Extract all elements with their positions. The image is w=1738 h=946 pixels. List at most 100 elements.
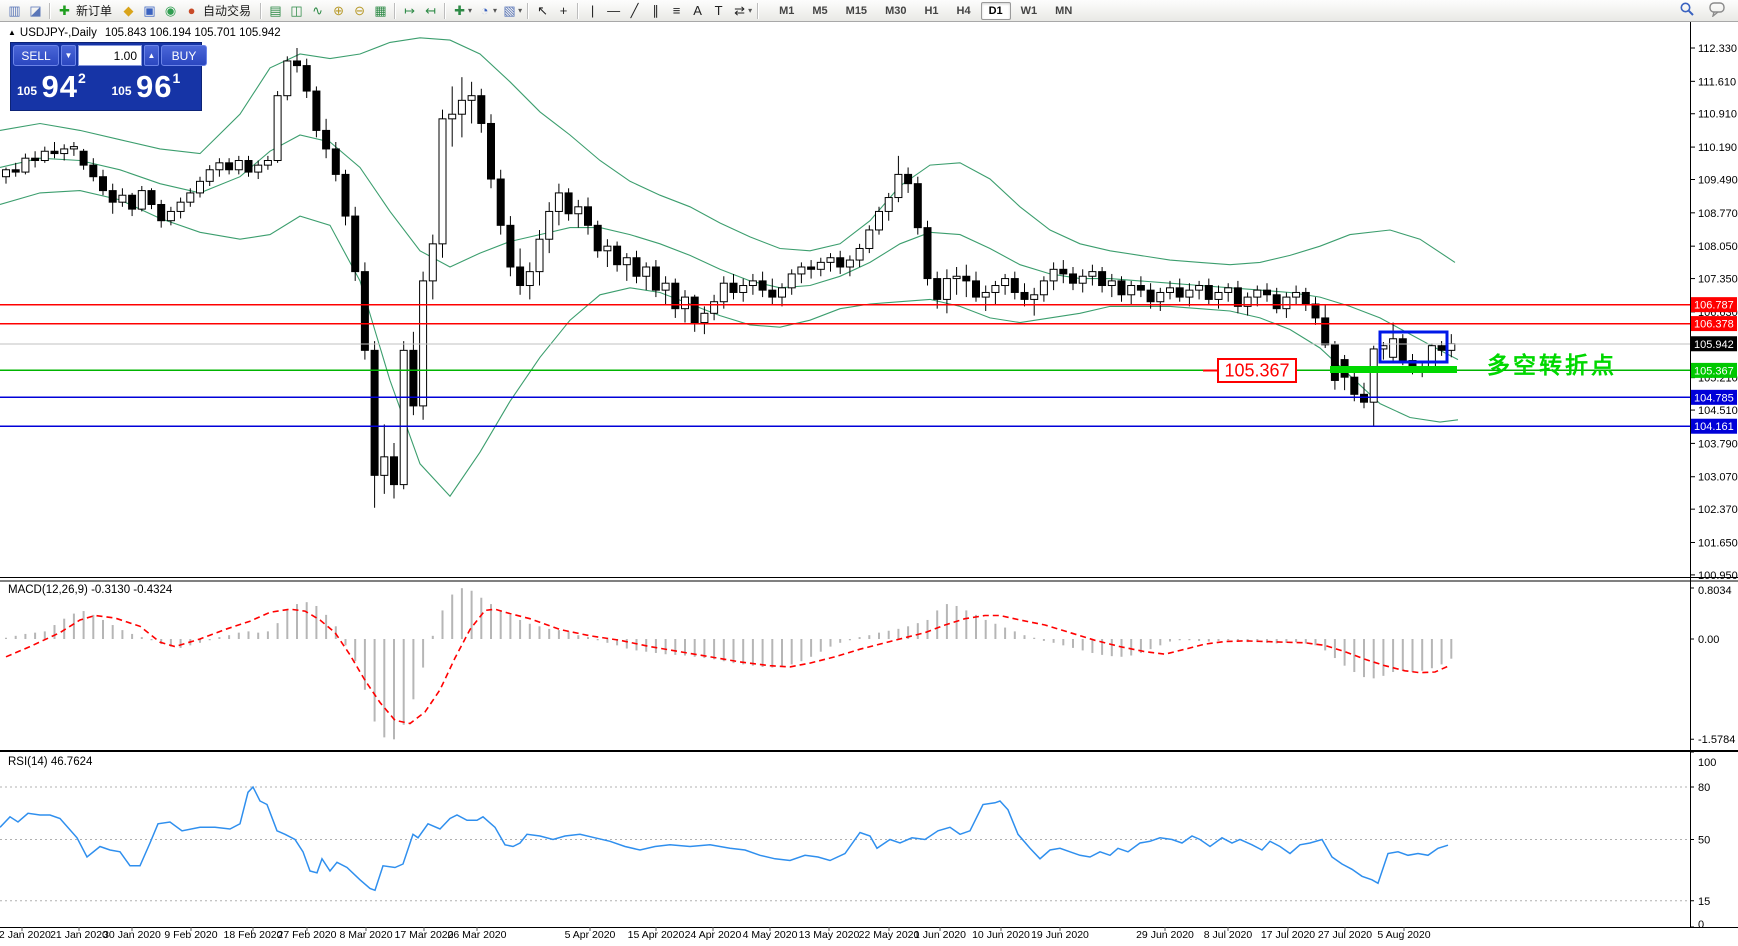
date-axis[interactable]: 12 Jan 202021 Jan 202030 Jan 20209 Feb 2… — [0, 927, 1431, 941]
svg-text:100.950: 100.950 — [1698, 570, 1738, 582]
channel-icon[interactable]: ∥ — [645, 1, 666, 21]
chevron-down-icon[interactable]: ▾ — [748, 6, 752, 15]
arrows-icon[interactable]: ⇄ — [729, 1, 750, 21]
zoom-in-icon[interactable]: ⊕ — [328, 1, 349, 21]
chat-icon[interactable] — [1707, 1, 1728, 21]
new-order-icon[interactable]: ✚ — [54, 1, 75, 21]
date-label: 9 Feb 2020 — [164, 929, 217, 941]
date-label: 12 Jan 2020 — [0, 929, 51, 941]
tile-windows-icon[interactable]: ▦ — [370, 1, 391, 21]
chevron-down-icon[interactable]: ▾ — [518, 6, 522, 15]
date-label: 1 Jun 2020 — [914, 929, 966, 941]
date-label: 26 Mar 2020 — [448, 929, 507, 941]
fibonacci-icon[interactable]: ≡ — [666, 1, 687, 21]
vertical-line-icon[interactable]: | — [582, 1, 603, 21]
timeframe-m15[interactable]: M15 — [838, 2, 875, 20]
bar-chart-icon[interactable]: ▤ — [265, 1, 286, 21]
volume-input[interactable] — [78, 45, 142, 66]
svg-text:106.378: 106.378 — [1694, 319, 1734, 331]
buy-button[interactable]: BUY — [161, 45, 207, 66]
timeframe-d1[interactable]: D1 — [980, 1, 1011, 20]
turning-point-annotation[interactable]: 多空转折点 — [1487, 352, 1617, 378]
one-click-trading-panel: SELL ▼ ▲ BUY 105 942 105 961 — [10, 42, 207, 111]
rsi-indicator-label: RSI(14) 46.7624 — [8, 756, 93, 768]
terminal-icon[interactable]: ▣ — [139, 1, 160, 21]
toolbar-icon-strip: ▥ ◪ ✚ 新订单 ◆ ▣ ◉ ● 自动交易 ▤ ◫ ∿ ⊕ ⊖ ▦ ↦ ↤ ✚ ▾ ◔ ▾ ▧ ▾ ↖ + | — ╱ ∥ ≡ A T ⇄ ▾ — [4, 1, 762, 21]
svg-text:105.367: 105.367 — [1694, 365, 1734, 377]
crosshair-icon[interactable]: + — [553, 1, 574, 21]
new-order-label[interactable]: 新订单 — [76, 2, 112, 19]
timeframe-m30[interactable]: M30 — [877, 2, 914, 20]
date-label: 27 Feb 2020 — [278, 929, 337, 941]
candlestick-chart-icon[interactable]: ◫ — [286, 1, 307, 21]
symbol-title: USDJPY-,Daily — [19, 27, 97, 39]
buy-price-prefix: 105 — [111, 84, 132, 98]
trendline-icon[interactable]: ╱ — [624, 1, 645, 21]
collapse-panel-icon[interactable]: ▲ — [8, 28, 16, 37]
support-highlight-bar[interactable] — [1330, 366, 1457, 373]
svg-text:105.942: 105.942 — [1694, 339, 1734, 351]
svg-text:100: 100 — [1698, 757, 1716, 769]
svg-text:108.770: 108.770 — [1698, 208, 1738, 220]
date-label: 17 Mar 2020 — [395, 929, 454, 941]
volume-down-button[interactable]: ▼ — [61, 45, 76, 66]
date-label: 29 Jun 2020 — [1136, 929, 1194, 941]
signals-icon[interactable]: ◉ — [160, 1, 181, 21]
symbol-header[interactable]: ▲ USDJPY-,Daily 105.843 106.194 105.701 10… — [8, 27, 281, 39]
chevron-down-icon[interactable]: ▾ — [493, 6, 497, 15]
macd-indicator-label: MACD(12,26,9) -0.3130 -0.4324 — [8, 584, 173, 596]
toolbar-separator — [49, 2, 51, 19]
tick-chart-icon[interactable]: ◪ — [25, 1, 46, 21]
zoom-out-icon[interactable]: ⊖ — [349, 1, 370, 21]
svg-text:108.050: 108.050 — [1698, 241, 1738, 253]
svg-text:109.490: 109.490 — [1698, 174, 1738, 186]
sell-price-pip: 2 — [77, 70, 86, 86]
svg-text:-1.5784: -1.5784 — [1698, 734, 1735, 746]
periods-icon[interactable]: ◔ — [474, 1, 495, 21]
text-icon[interactable]: A — [687, 1, 708, 21]
horizontal-line-icon[interactable]: — — [603, 1, 624, 21]
metaeditor-icon[interactable]: ◆ — [118, 1, 139, 21]
label-icon[interactable]: T — [708, 1, 729, 21]
svg-text:104.161: 104.161 — [1694, 421, 1734, 433]
svg-text:102.370: 102.370 — [1698, 504, 1738, 516]
svg-text:0: 0 — [1698, 919, 1704, 931]
indicators-icon[interactable]: ✚ — [449, 1, 470, 21]
buy-price[interactable]: 105 961 — [108, 68, 200, 108]
line-chart-icon[interactable]: ∿ — [307, 1, 328, 21]
timeframe-toolbar: M1 M5 M15 M30 H1 H4 D1 W1 MN — [770, 1, 1081, 20]
sell-button[interactable]: SELL — [13, 45, 59, 66]
volume-up-button[interactable]: ▲ — [144, 45, 159, 66]
timeframe-m1[interactable]: M1 — [771, 2, 802, 20]
timeframe-w1[interactable]: W1 — [1013, 2, 1046, 20]
toolbar-separator — [577, 2, 580, 19]
chart-shift-icon[interactable]: ↤ — [420, 1, 441, 21]
chart-canvas[interactable]: 105.367 多空转折点 112.330 111.610 110.910 110.190… — [0, 0, 1738, 946]
timeframe-m5[interactable]: M5 — [804, 2, 835, 20]
autotrading-label[interactable]: 自动交易 — [203, 2, 251, 19]
autotrading-icon[interactable]: ● — [181, 1, 202, 21]
ohlc-values: 105.843 106.194 105.701 105.942 — [104, 27, 281, 39]
cursor-icon[interactable]: ↖ — [532, 1, 553, 21]
chart-window-icon[interactable]: ▥ — [4, 1, 25, 21]
chevron-down-icon[interactable]: ▾ — [468, 6, 472, 15]
timeframe-mn[interactable]: MN — [1047, 2, 1080, 20]
svg-text:15: 15 — [1698, 896, 1710, 908]
svg-text:112.330: 112.330 — [1698, 43, 1737, 55]
auto-scroll-icon[interactable]: ↦ — [399, 1, 420, 21]
svg-text:50: 50 — [1698, 835, 1710, 847]
buy-price-big: 96 — [135, 69, 173, 104]
sell-price[interactable]: 105 942 — [13, 68, 105, 108]
date-label: 10 Jun 2020 — [972, 929, 1030, 941]
date-label: 27 Jul 2020 — [1318, 929, 1372, 941]
date-label: 30 Jan 2020 — [103, 929, 161, 941]
templates-icon[interactable]: ▧ — [499, 1, 520, 21]
timeframe-h4[interactable]: H4 — [949, 2, 979, 20]
svg-text:110.910: 110.910 — [1698, 109, 1737, 121]
svg-text:110.190: 110.190 — [1698, 142, 1737, 154]
date-label: 5 Aug 2020 — [1377, 929, 1430, 941]
search-icon[interactable] — [1676, 1, 1697, 21]
timeframe-h1[interactable]: H1 — [916, 2, 946, 20]
date-label: 22 May 2020 — [859, 929, 920, 941]
svg-text:0.8034: 0.8034 — [1698, 585, 1732, 597]
